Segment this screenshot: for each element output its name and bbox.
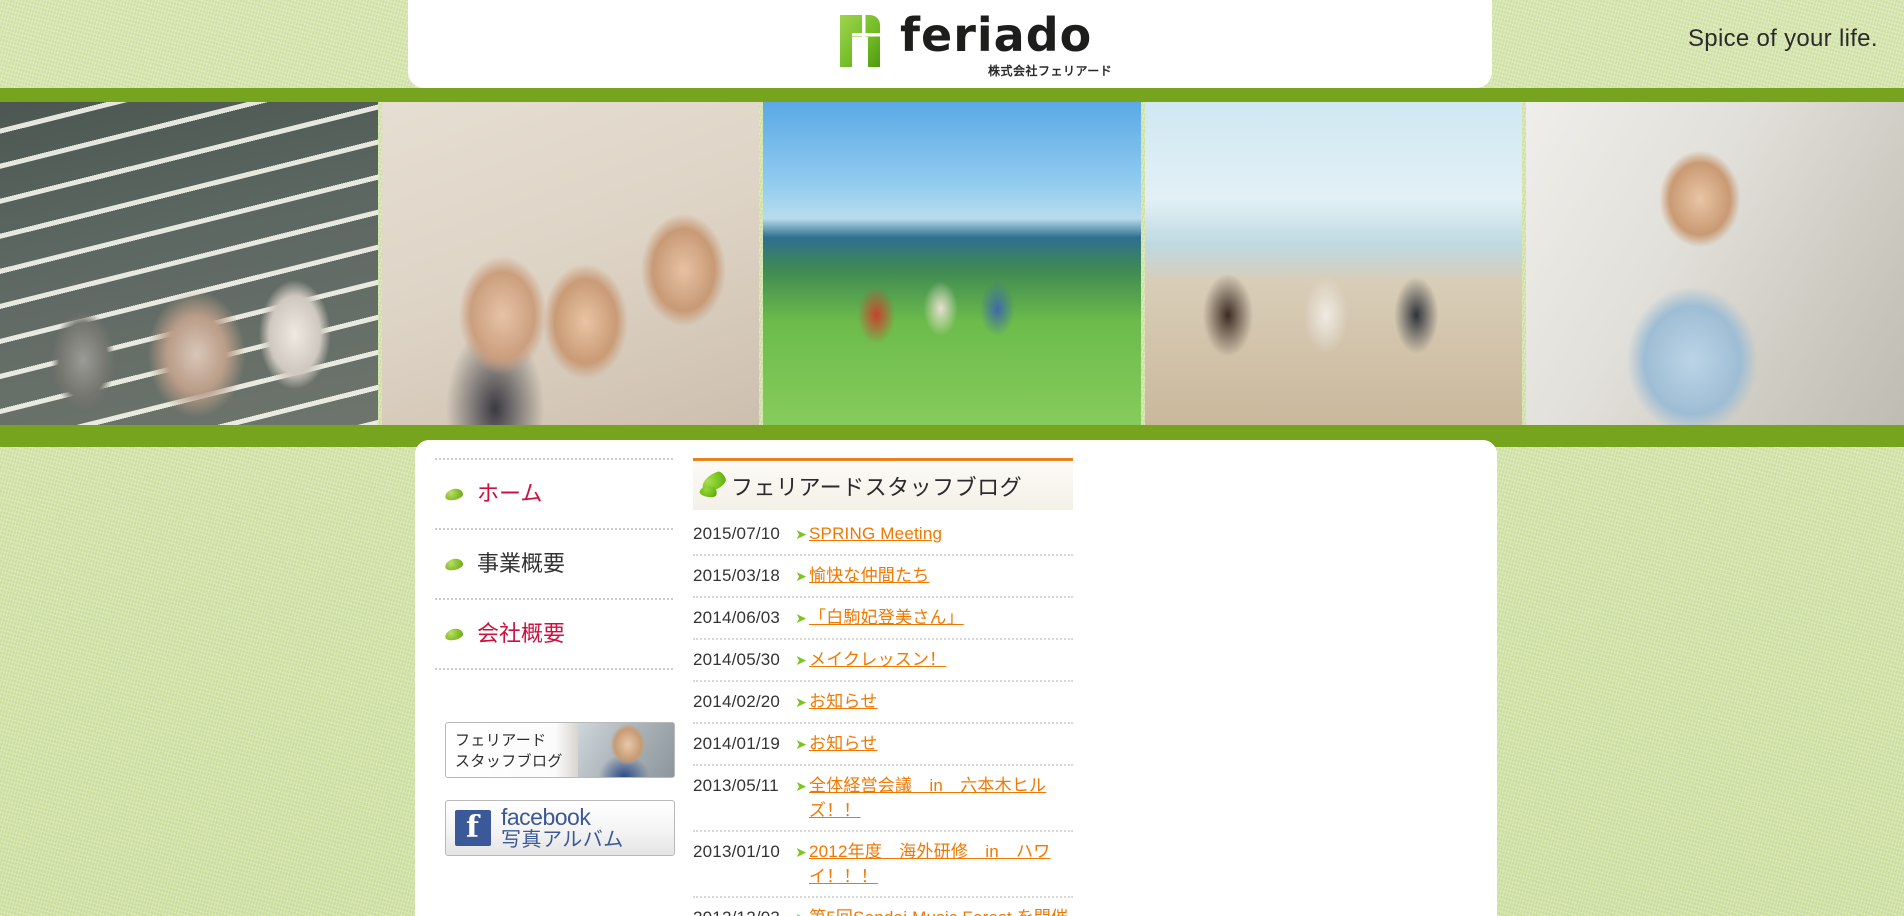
chevron-right-icon: ➤ xyxy=(795,652,807,668)
site-tagline: Spice of your life. xyxy=(1688,25,1878,52)
facebook-icon xyxy=(455,810,491,846)
logo-subtitle: 株式会社フェリアード xyxy=(988,64,1113,78)
list-item: 2014/01/19 ➤ お知らせ xyxy=(693,724,1073,766)
blog-entry-link[interactable]: 第5回Sendai Music Forest を開催しました！ xyxy=(809,905,1071,916)
blog-entry-link[interactable]: SPRING Meeting xyxy=(809,521,1071,546)
nav-divider xyxy=(435,668,673,670)
blog-entry-list: 2015/07/10 ➤ SPRING Meeting 2015/03/18 ➤… xyxy=(693,514,1073,916)
logo-wordmark: feriado xyxy=(900,8,1093,62)
leaf-bullet-icon xyxy=(444,486,464,502)
blog-entry-link[interactable]: 「白駒妃登美さん」 xyxy=(809,605,1071,630)
blog-entry-link[interactable]: お知らせ xyxy=(809,689,1071,714)
sidebar-item-label: 会社概要 xyxy=(477,621,566,646)
list-item: 2012/12/03 ➤ 第5回Sendai Music Forest を開催し… xyxy=(693,898,1073,916)
list-item: 2013/01/10 ➤ 2012年度 海外研修 in ハワイ！！！ xyxy=(693,832,1073,898)
sidebar-item-business-overview[interactable]: 事業概要 xyxy=(435,530,673,598)
hero-photo-strip xyxy=(0,102,1904,425)
hero-photo-5 xyxy=(1526,102,1904,425)
site-logo[interactable]: feriado 株式会社フェリアード xyxy=(838,6,1112,80)
staff-blog-banner-photo xyxy=(578,723,674,777)
list-item: 2014/02/20 ➤ お知らせ xyxy=(693,682,1073,724)
chevron-right-icon: ➤ xyxy=(795,526,807,542)
list-item: 2015/07/10 ➤ SPRING Meeting xyxy=(693,514,1073,556)
blog-entry-link[interactable]: お知らせ xyxy=(809,731,1071,756)
content-panel: ホーム 事業概要 会社概要 フェリアード スタッフブログ facebook 写真… xyxy=(415,440,1497,916)
facebook-album-banner[interactable]: facebook 写真アルバム xyxy=(445,800,675,856)
list-item: 2014/05/30 ➤ メイクレッスン！ xyxy=(693,640,1073,682)
site-header: feriado 株式会社フェリアード Spice of your life. xyxy=(0,0,1904,88)
blog-entry-date: 2015/07/10 xyxy=(693,524,781,543)
header-white-panel: feriado 株式会社フェリアード Spice of your life. xyxy=(408,0,1877,88)
blog-entry-date: 2013/05/11 xyxy=(693,776,779,795)
blog-section-header: フェリアードスタッフブログ xyxy=(693,458,1073,510)
sidebar-nav: ホーム 事業概要 会社概要 xyxy=(435,458,673,670)
blog-entry-date: 2014/02/20 xyxy=(693,692,781,711)
blog-entry-link[interactable]: メイクレッスン！ xyxy=(809,647,1071,672)
blog-section-title: フェリアードスタッフブログ xyxy=(731,474,1023,500)
chevron-right-icon: ➤ xyxy=(793,905,809,916)
list-item: 2013/05/11 ➤ 全体経営会議 in 六本木ヒルズ！！ xyxy=(693,766,1073,832)
facebook-album-label: 写真アルバム xyxy=(501,828,624,851)
chevron-right-icon: ➤ xyxy=(795,568,807,584)
blog-entry-date: 2013/01/10 xyxy=(693,842,781,861)
chevron-right-icon: ➤ xyxy=(795,778,807,794)
hero-photo-2 xyxy=(381,102,760,425)
hero-photo-3 xyxy=(763,102,1141,425)
blog-entry-link[interactable]: 2012年度 海外研修 in ハワイ！！！ xyxy=(809,839,1071,889)
header-green-divider xyxy=(0,88,1904,102)
sidebar-item-company-profile[interactable]: 会社概要 xyxy=(435,600,673,668)
blog-entry-link[interactable]: 全体経営会議 in 六本木ヒルズ！！ xyxy=(809,773,1071,823)
chevron-right-icon: ➤ xyxy=(795,844,807,860)
blog-entry-date: 2012/12/03 xyxy=(693,905,793,916)
blog-entry-date: 2014/01/19 xyxy=(693,734,781,753)
sidebar-banners: フェリアード スタッフブログ facebook 写真アルバム xyxy=(445,722,675,878)
chevron-right-icon: ➤ xyxy=(795,736,807,752)
blog-entry-date: 2014/06/03 xyxy=(693,608,781,627)
facebook-banner-label: facebook 写真アルバム xyxy=(501,805,624,850)
sidebar-item-label: 事業概要 xyxy=(477,551,566,576)
list-item: 2015/03/18 ➤ 愉快な仲間たち xyxy=(693,556,1073,598)
staff-blog-banner-label: フェリアード スタッフブログ xyxy=(455,732,563,770)
blog-entry-link[interactable]: 愉快な仲間たち xyxy=(809,563,1071,588)
chevron-right-icon: ➤ xyxy=(795,610,807,626)
blog-section: フェリアードスタッフブログ 2015/07/10 ➤ SPRING Meetin… xyxy=(693,458,1073,916)
list-item: 2014/06/03 ➤ 「白駒妃登美さん」 xyxy=(693,598,1073,640)
green-leaf-icon xyxy=(697,471,729,501)
green-square-window-logo-icon xyxy=(838,9,894,69)
sidebar-item-home[interactable]: ホーム xyxy=(435,460,673,528)
facebook-wordmark: facebook xyxy=(501,804,591,831)
blog-entry-date: 2014/05/30 xyxy=(693,650,781,669)
hero-photo-4 xyxy=(1144,102,1523,425)
leaf-bullet-icon xyxy=(444,556,464,572)
leaf-bullet-icon xyxy=(444,626,464,642)
hero-photo-1 xyxy=(0,102,378,425)
blog-entry-date: 2015/03/18 xyxy=(693,566,781,585)
sidebar-item-label: ホーム xyxy=(477,481,543,506)
chevron-right-icon: ➤ xyxy=(795,694,807,710)
staff-blog-banner[interactable]: フェリアード スタッフブログ xyxy=(445,722,675,778)
